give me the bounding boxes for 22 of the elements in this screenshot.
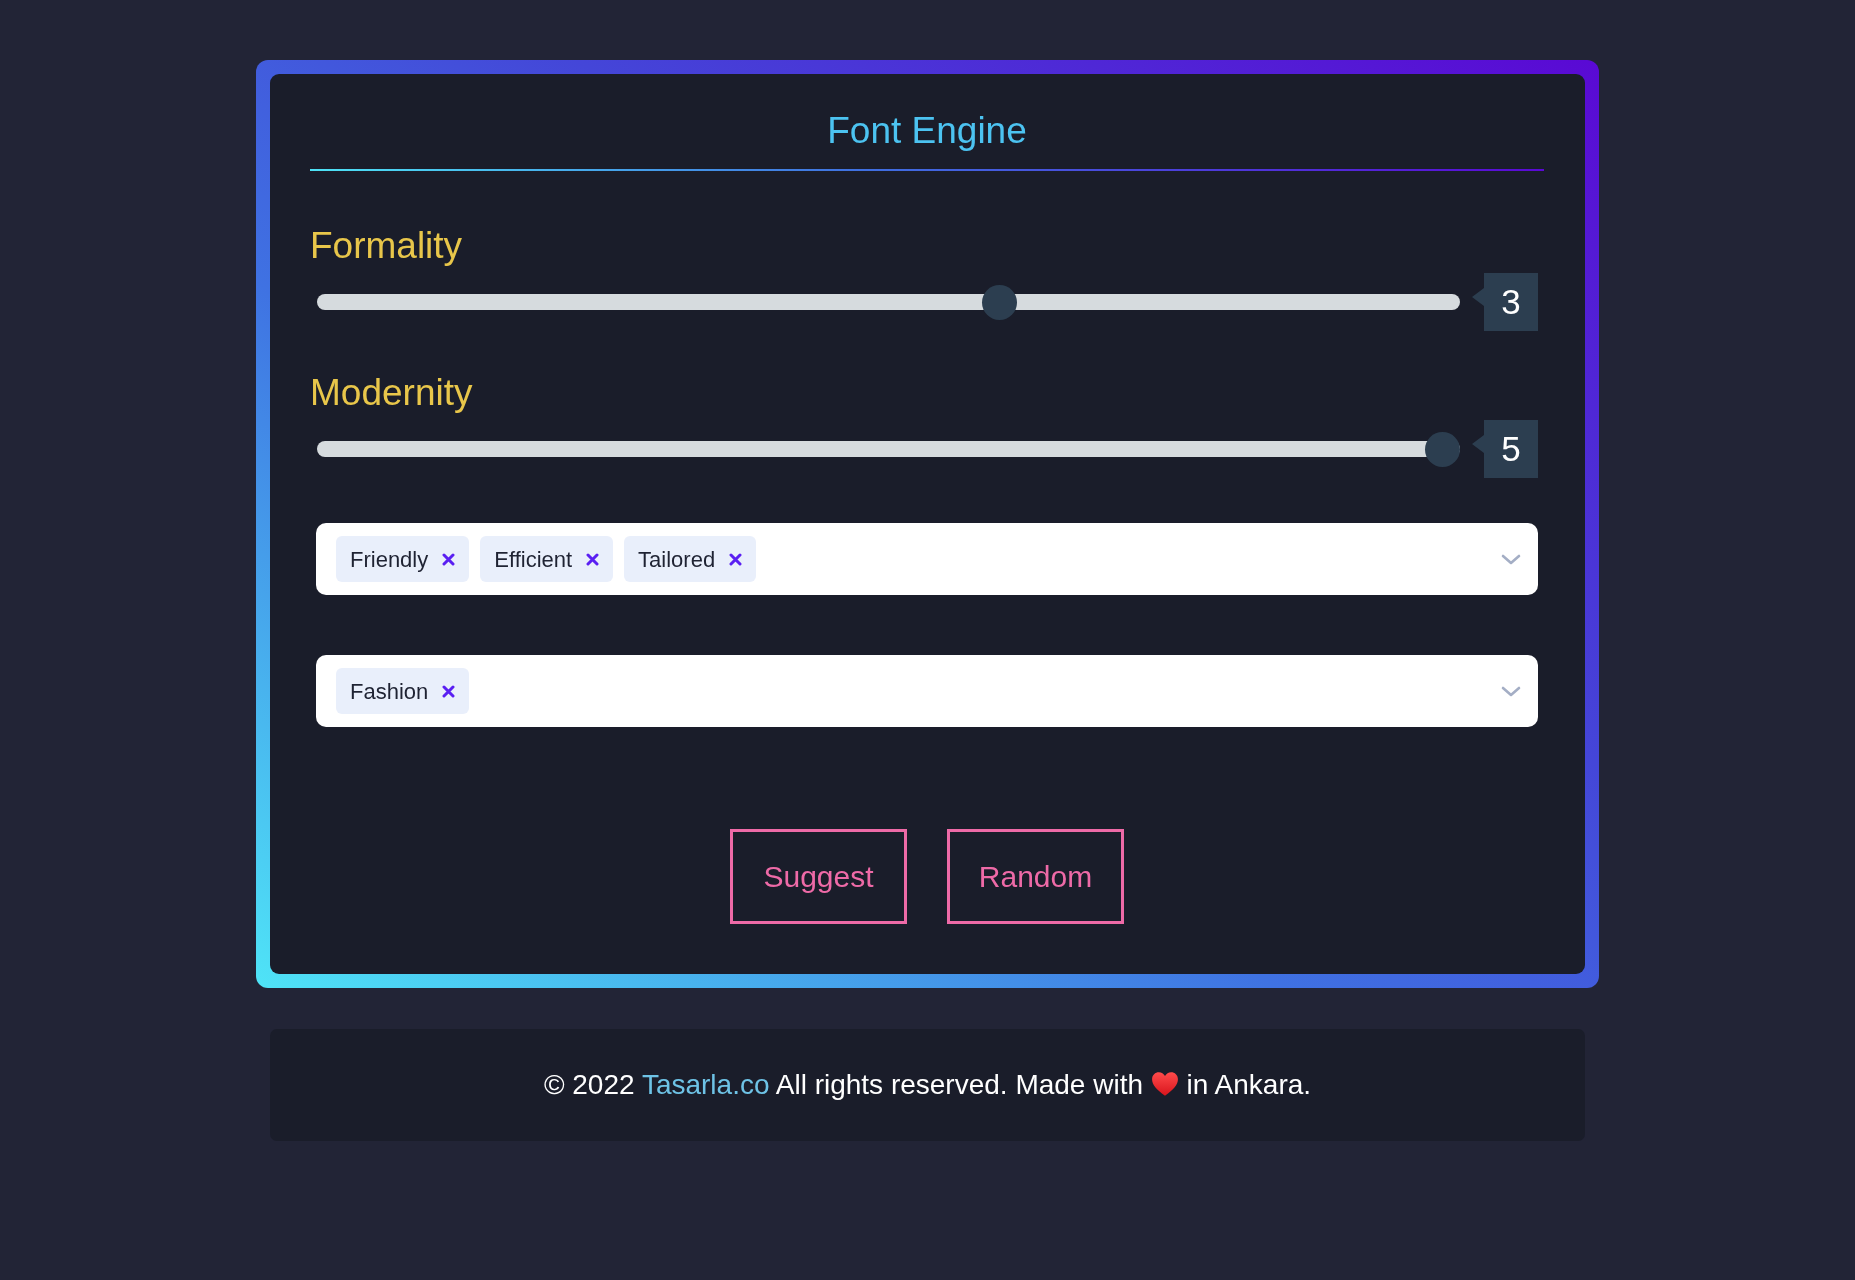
tag-label: Fashion <box>350 677 429 706</box>
slider-value: 3 <box>1472 273 1538 331</box>
action-button[interactable]: Random <box>947 829 1124 924</box>
heart-icon <box>1150 1071 1179 1097</box>
tag-select-field[interactable]: Friendly Efficient Tailored <box>316 523 1538 595</box>
footer-text: © 2022 Tasarla.co All rights reserved. Made with in Ankara. <box>543 1068 1312 1102</box>
action-button[interactable]: Suggest <box>730 829 907 924</box>
tag-select-field[interactable]: Fashion <box>316 655 1538 727</box>
app-title: Font Engine <box>826 109 1028 153</box>
close-icon[interactable] <box>442 552 456 566</box>
slider-label: Formality <box>310 224 464 268</box>
close-icon[interactable] <box>586 552 600 566</box>
close-icon[interactable] <box>729 552 743 566</box>
close-icon[interactable] <box>442 684 456 698</box>
footer-link[interactable]: Tasarla.co <box>641 1069 770 1100</box>
tag-label: Efficient <box>494 545 573 574</box>
tag-label: Tailored <box>638 545 716 574</box>
slider-thumb[interactable] <box>1425 431 1460 467</box>
slider-thumb[interactable] <box>981 284 1017 320</box>
slider-label: Modernity <box>310 371 474 415</box>
slider-value: 5 <box>1472 420 1538 478</box>
tag-label: Friendly <box>350 545 429 574</box>
